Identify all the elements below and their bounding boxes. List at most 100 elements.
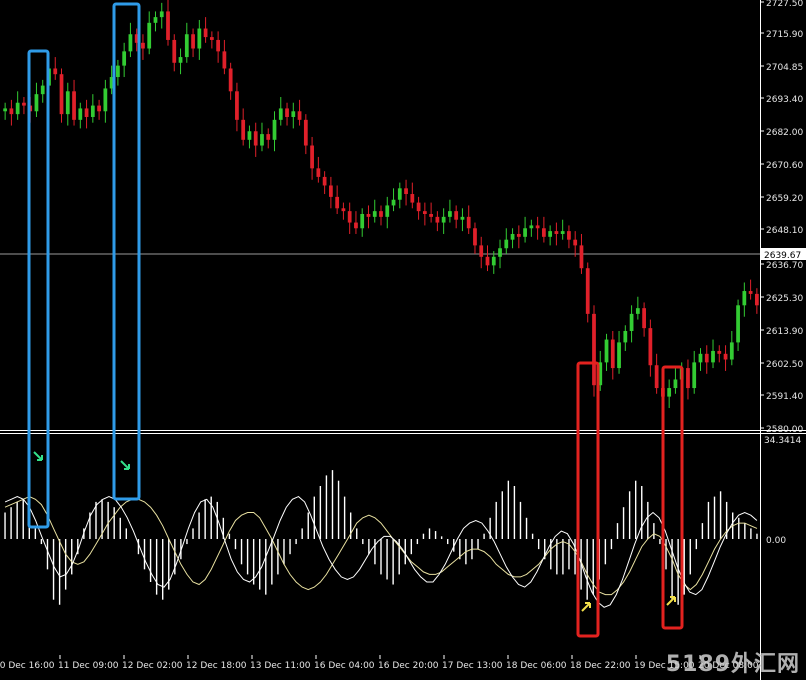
- candle-body: [585, 268, 590, 314]
- candle-body: [266, 134, 271, 140]
- oscillator-zero-label: 0.00: [766, 536, 786, 546]
- candle-body: [272, 119, 277, 140]
- candle-body: [191, 34, 195, 49]
- candle-body: [485, 256, 490, 266]
- y-tick-label: 2636.70: [766, 261, 803, 271]
- x-tick-label: 18 Dec 22:00: [570, 661, 631, 671]
- candle-body: [159, 11, 164, 18]
- candle-body: [385, 205, 390, 217]
- candle-body: [15, 102, 20, 115]
- candle-body: [116, 65, 120, 78]
- y-tick-label: 2625.30: [766, 294, 803, 304]
- candle-body: [573, 239, 578, 246]
- candle-body: [698, 353, 703, 363]
- candle-body: [78, 108, 83, 120]
- candle-body: [3, 108, 8, 112]
- candle-body: [372, 211, 377, 217]
- candle-body: [253, 131, 258, 146]
- candle-body: [554, 231, 559, 234]
- candle-body: [40, 85, 45, 95]
- candle-body: [548, 231, 553, 237]
- x-tick-label: 18 Dec 06:00: [506, 661, 567, 671]
- x-tick-label: 12 Dec 02:00: [122, 661, 183, 671]
- candle-body: [711, 350, 715, 363]
- candle-body: [642, 308, 646, 329]
- candle-body: [717, 350, 722, 354]
- y-tick-label: 2648.10: [766, 226, 803, 236]
- candle-body: [310, 145, 314, 169]
- candle-body: [416, 202, 421, 212]
- candle-body: [366, 214, 371, 217]
- y-tick-label: 2591.40: [766, 392, 803, 402]
- candle-body: [209, 37, 214, 40]
- candle-body: [504, 239, 509, 249]
- candle-body: [391, 199, 396, 206]
- candle-body: [448, 211, 452, 217]
- candle-body: [341, 208, 346, 212]
- candle-body: [235, 91, 239, 120]
- candle-body: [360, 214, 365, 229]
- candle-body: [523, 228, 527, 237]
- candle-body: [742, 291, 747, 306]
- x-tick-label: 16 Dec 04:00: [314, 661, 375, 671]
- candle-body: [623, 330, 628, 343]
- chart-svg: 2727.50 2715.90 2704.85 2693.40 2682.00 2670.…: [0, 0, 806, 680]
- x-tick-label: 13 Dec 11:00: [250, 661, 311, 671]
- oscillator-max-label: 34.3414: [764, 436, 801, 446]
- x-tick-label: 17 Dec 13:00: [442, 661, 503, 671]
- candle-body: [354, 222, 358, 229]
- candle-body: [153, 17, 158, 23]
- candle-body: [748, 291, 753, 294]
- candle-body: [592, 313, 596, 386]
- candle-body: [629, 313, 634, 331]
- candle-body: [560, 231, 565, 234]
- candle-body: [579, 245, 584, 269]
- candle-body: [454, 211, 459, 220]
- candle-body: [329, 185, 333, 197]
- candle-body: [498, 248, 502, 257]
- candle-body: [322, 176, 327, 186]
- y-tick-label: 2670.60: [766, 161, 803, 171]
- candle-body: [247, 131, 252, 140]
- candle-body: [479, 245, 484, 257]
- candle-body: [122, 51, 127, 66]
- candle-body: [53, 68, 58, 75]
- candle-body: [541, 228, 546, 237]
- candle-body: [567, 231, 571, 240]
- candle-body: [729, 342, 734, 360]
- candle-body: [491, 256, 496, 266]
- candle-body: [429, 214, 433, 217]
- chart-stage: 2727.50 2715.90 2704.85 2693.40 2682.00 2670.…: [0, 0, 806, 680]
- candle-body: [197, 28, 202, 49]
- candle-body: [516, 233, 521, 237]
- candle-body: [184, 34, 189, 58]
- candle-body: [673, 379, 678, 389]
- candle-body: [222, 51, 227, 69]
- x-tick-label: 16 Dec 20:00: [378, 661, 439, 671]
- candle-body: [34, 94, 39, 112]
- candle-body: [97, 105, 101, 112]
- candle-body: [510, 233, 515, 240]
- y-tick-label: 2613.90: [766, 327, 803, 337]
- candle-body: [667, 388, 672, 397]
- watermark-text: 5189外汇网: [665, 652, 800, 677]
- y-tick-label: 2727.50: [766, 0, 803, 9]
- candle-body: [754, 293, 759, 306]
- candle-body: [404, 188, 408, 195]
- candle-body: [216, 39, 221, 52]
- x-tick-label: 12 Dec 18:00: [186, 661, 247, 671]
- candle-body: [535, 225, 540, 229]
- candle-body: [141, 42, 145, 49]
- candle-body: [297, 111, 302, 120]
- candle-body: [316, 168, 321, 177]
- candle-body: [147, 22, 152, 49]
- y-tick-label: 2715.90: [766, 30, 803, 40]
- candle-body: [604, 339, 609, 363]
- candle-body: [228, 68, 233, 92]
- candle-body: [128, 34, 133, 52]
- y-tick-label: 2693.40: [766, 95, 803, 105]
- x-tick-label: 11 Dec 09:00: [58, 661, 119, 671]
- y-tick-label: 2659.20: [766, 194, 803, 204]
- candle-body: [178, 57, 183, 63]
- candle-body: [410, 194, 415, 203]
